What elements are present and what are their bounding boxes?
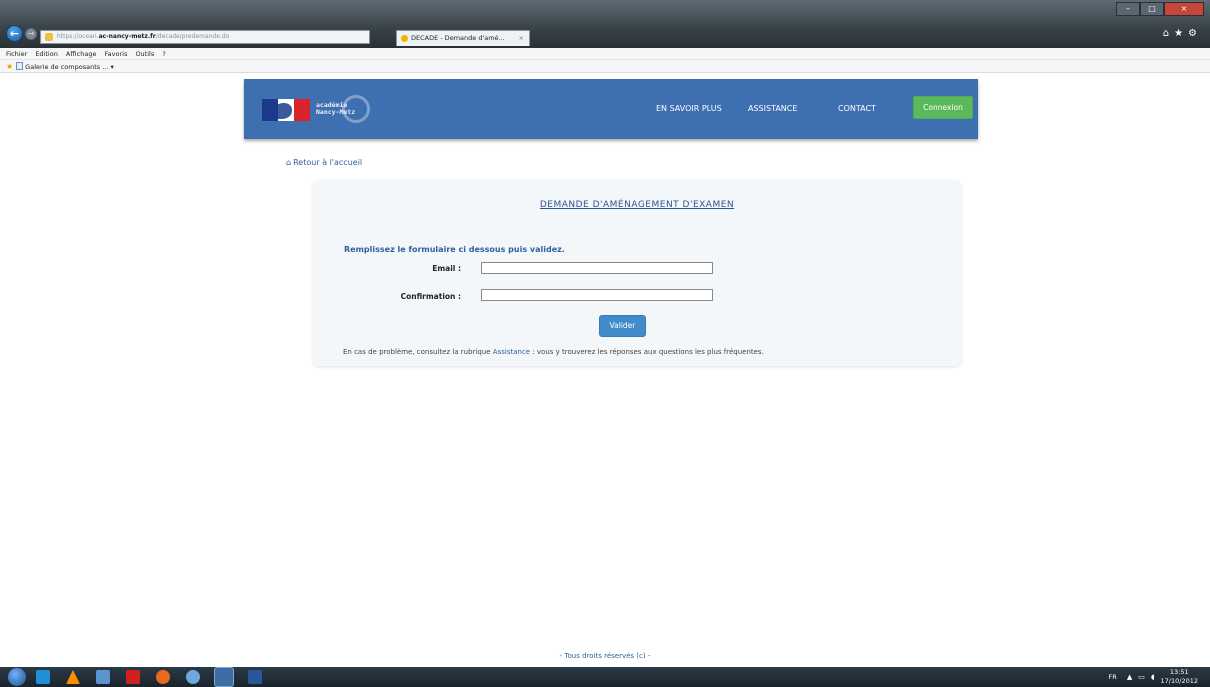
window-controls: – □ × xyxy=(1116,2,1204,20)
show-hidden-icons-icon[interactable]: ▲ xyxy=(1127,673,1132,682)
back-link-label: Retour à l'accueil xyxy=(293,158,363,167)
help-prefix: En cas de problème, consultez la rubriqu… xyxy=(343,348,493,356)
logo-emblem-icon xyxy=(342,95,370,123)
menu-affichage[interactable]: Affichage xyxy=(66,50,97,58)
taskbar: FR ▲ ▭ ◖ 13:51 17/10/2012 xyxy=(0,667,1210,687)
nav-en-savoir-plus[interactable]: EN SAVOIR PLUS xyxy=(656,79,722,139)
nav-assistance[interactable]: ASSISTANCE xyxy=(748,79,797,139)
favorites-bar: ★ Galerie de composants ... ▾ xyxy=(0,60,1210,73)
address-bar[interactable]: https://ocean.ac-nancy-metz.fr/decade/pr… xyxy=(40,30,370,44)
browser-tab[interactable]: DECADE - Demande d'amé... × xyxy=(396,30,530,46)
home-icon: ⌂ xyxy=(286,158,292,167)
nav-contact[interactable]: CONTACT xyxy=(838,79,876,139)
marianne-flag-icon xyxy=(262,99,310,121)
tab-close-icon[interactable]: × xyxy=(519,31,524,46)
confirmation-label: Confirmation : xyxy=(400,292,461,301)
window-close-icon[interactable]: × xyxy=(1164,2,1204,16)
internet-explorer-icon[interactable] xyxy=(214,667,234,687)
page-title: DEMANDE D'AMÉNAGEMENT D'EXAMEN xyxy=(539,200,735,210)
valider-button[interactable]: Valider xyxy=(599,315,646,337)
clock[interactable]: 13:51 17/10/2012 xyxy=(1161,668,1198,686)
back-to-home-link[interactable]: ⌂ Retour à l'accueil xyxy=(286,158,362,167)
home-icon[interactable]: ⌂ xyxy=(1163,28,1174,39)
menu-fichier[interactable]: Fichier xyxy=(6,50,27,58)
firefox-icon[interactable] xyxy=(156,670,170,684)
start-button-icon[interactable] xyxy=(8,668,26,686)
favorites-item-galerie[interactable]: Galerie de composants ... ▾ xyxy=(25,63,114,71)
language-indicator[interactable]: FR xyxy=(1109,673,1117,682)
menu-help[interactable]: ? xyxy=(162,50,165,58)
browser-toolbar-icons: ⌂★⚙ xyxy=(1163,28,1202,39)
help-suffix: : vous y trouverez les réponses aux ques… xyxy=(530,348,764,356)
volume-icon[interactable]: ◖ xyxy=(1151,673,1155,682)
site-header: académie Nancy-Metz EN SAVOIR PLUS ASSIS… xyxy=(244,79,978,139)
vlc-icon[interactable] xyxy=(66,670,80,684)
url-host: ac-nancy-metz.fr xyxy=(98,33,156,40)
email-label: Email : xyxy=(432,264,461,273)
clock-time: 13:51 xyxy=(1169,668,1189,676)
favorites-star-icon[interactable]: ★ xyxy=(1174,28,1188,39)
settings-gear-icon[interactable]: ⚙ xyxy=(1188,28,1202,39)
minimize-icon[interactable]: – xyxy=(1116,2,1140,16)
email-field[interactable] xyxy=(481,262,713,274)
academie-logo[interactable]: académie Nancy-Metz xyxy=(262,95,374,125)
notepad-icon[interactable] xyxy=(96,670,110,684)
system-tray: FR ▲ ▭ ◖ 13:51 17/10/2012 xyxy=(1109,667,1198,687)
word-icon[interactable] xyxy=(248,670,262,684)
menu-favoris[interactable]: Favoris xyxy=(105,50,128,58)
page-icon xyxy=(16,62,24,70)
media-player-icon[interactable] xyxy=(36,670,50,684)
tab-favicon-icon xyxy=(401,35,408,42)
confirmation-field[interactable] xyxy=(481,289,713,301)
back-arrow-icon[interactable]: ← xyxy=(6,25,23,42)
maximize-icon[interactable]: □ xyxy=(1140,2,1164,16)
menu-bar: Fichier Edition Affichage Favoris Outils… xyxy=(0,48,1210,60)
url-prefix: https://ocean. xyxy=(57,33,99,40)
browser-titlebar: ← → https://ocean.ac-nancy-metz.fr/decad… xyxy=(0,0,1210,48)
url-path: /decade/predemande.do xyxy=(155,33,230,40)
add-favorite-star-icon[interactable]: ★ xyxy=(6,62,13,71)
forward-arrow-icon[interactable]: → xyxy=(25,28,37,40)
lock-icon xyxy=(45,33,53,41)
clock-date: 17/10/2012 xyxy=(1160,677,1198,685)
acrobat-icon[interactable] xyxy=(126,670,140,684)
network-app-icon[interactable] xyxy=(186,670,200,684)
assistance-link[interactable]: Assistance xyxy=(493,348,530,356)
network-icon[interactable]: ▭ xyxy=(1138,673,1145,682)
connexion-button[interactable]: Connexion xyxy=(913,96,973,119)
menu-edition[interactable]: Edition xyxy=(35,50,58,58)
form-instructions: Remplissez le formulaire ci dessous puis… xyxy=(344,245,565,254)
web-page: académie Nancy-Metz EN SAVOIR PLUS ASSIS… xyxy=(0,73,1210,667)
help-text: En cas de problème, consultez la rubriqu… xyxy=(343,348,764,356)
tab-title: DECADE - Demande d'amé... xyxy=(411,34,505,42)
menu-outils[interactable]: Outils xyxy=(135,50,154,58)
request-form-card: DEMANDE D'AMÉNAGEMENT D'EXAMEN Remplisse… xyxy=(313,180,961,366)
footer-copyright: - Tous droits réservés (c) - xyxy=(559,652,651,660)
